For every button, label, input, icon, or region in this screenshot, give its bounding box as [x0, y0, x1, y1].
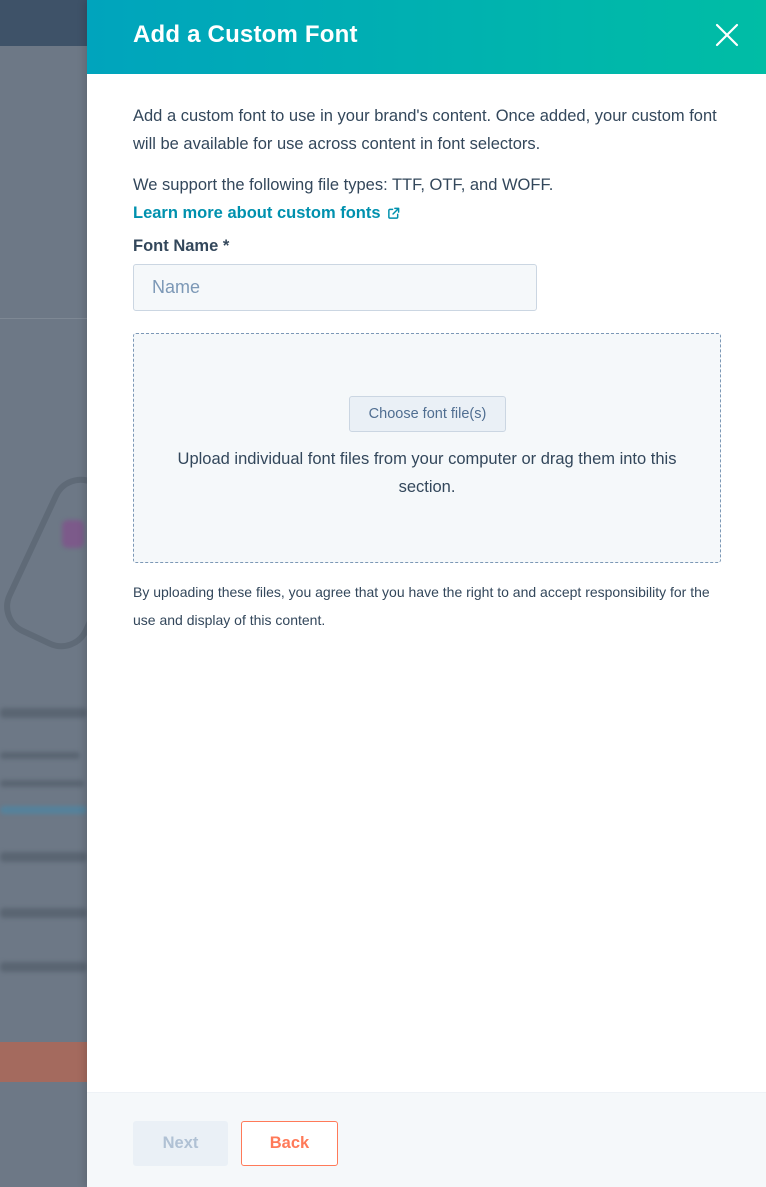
background-text-line	[0, 962, 87, 972]
font-upload-dropzone[interactable]: Choose font file(s) Upload individual fo…	[133, 333, 721, 563]
back-button[interactable]: Back	[241, 1121, 338, 1166]
background-text-line	[0, 852, 87, 862]
background-heading	[0, 708, 87, 718]
learn-more-label: Learn more about custom fonts	[133, 204, 381, 222]
upload-instructions: Upload individual font files from your c…	[177, 450, 677, 496]
panel-footer: Next Back	[87, 1092, 766, 1187]
next-button[interactable]: Next	[133, 1121, 228, 1166]
background-text-line	[0, 908, 87, 918]
background-illustration	[0, 466, 87, 660]
close-icon	[715, 23, 739, 47]
background-divider	[0, 318, 87, 319]
background-text-line	[0, 752, 80, 759]
panel-title: Add a Custom Font	[133, 21, 358, 48]
background-button	[0, 1042, 87, 1082]
background-illustration-gem	[62, 520, 84, 548]
external-link-icon	[387, 207, 399, 219]
learn-more-link[interactable]: Learn more about custom fonts	[133, 199, 400, 227]
font-name-label: Font Name *	[133, 237, 230, 255]
upload-disclaimer: By uploading these files, you agree that…	[133, 584, 710, 628]
description-text: Add a custom font to use in your brand's…	[133, 107, 717, 153]
background-page	[0, 0, 87, 1187]
background-topbar	[0, 0, 87, 46]
panel-header: Add a Custom Font	[87, 0, 766, 74]
font-name-input[interactable]	[133, 264, 537, 311]
supported-types-text: We support the following file types: TTF…	[133, 176, 554, 194]
background-link	[0, 806, 87, 814]
close-button[interactable]	[714, 22, 740, 48]
choose-font-files-button[interactable]: Choose font file(s)	[349, 396, 506, 432]
panel-body: Add a custom font to use in your brand's…	[87, 74, 766, 634]
background-text-line	[0, 780, 84, 787]
custom-font-panel: Add a Custom Font Add a custom font to u…	[87, 0, 766, 1187]
